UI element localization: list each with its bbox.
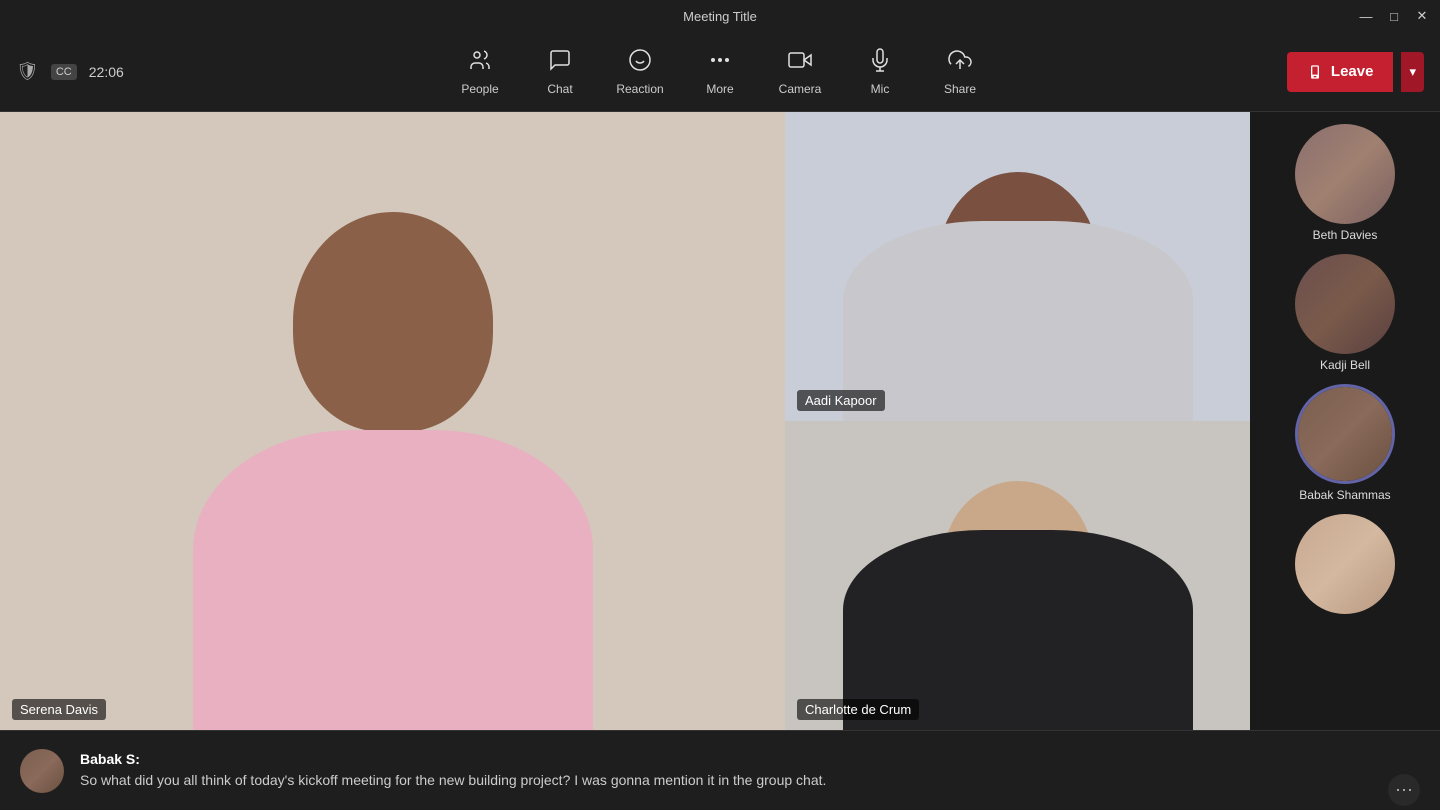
mic-label: Mic — [871, 82, 890, 96]
caption-message-text: So what did you all think of today's kic… — [80, 771, 1372, 791]
participant-babak[interactable]: Babak Shammas — [1295, 384, 1395, 502]
toolbar-share[interactable]: Share — [920, 37, 1000, 107]
cc-badge[interactable]: CC — [51, 64, 77, 80]
main-speaker-label: Serena Davis — [12, 699, 106, 720]
avatar-kadji[interactable] — [1295, 254, 1395, 354]
camera-icon — [788, 48, 812, 78]
mic-icon — [868, 48, 892, 78]
toolbar-more[interactable]: More — [680, 37, 760, 107]
toolbar-reaction[interactable]: Reaction — [600, 37, 680, 107]
avatar-last[interactable] — [1295, 514, 1395, 614]
serena-video-bg — [0, 112, 785, 730]
caption-speaker-avatar — [20, 749, 64, 793]
more-label: More — [706, 82, 733, 96]
charlotte-speaker-label: Charlotte de Crum — [797, 699, 919, 720]
caption-bar: Babak S: So what did you all think of to… — [0, 730, 1440, 810]
toolbar-camera[interactable]: Camera — [760, 37, 840, 107]
caption-speaker-name: Babak S: — [80, 751, 1372, 767]
meeting-timer: 22:06 — [89, 64, 124, 80]
toolbar-left: 🛡 CC 22:06 — [16, 61, 124, 82]
right-videos: Aadi Kapoor Charlotte de Crum — [785, 112, 1250, 730]
leave-label: Leave — [1331, 63, 1374, 80]
caption-menu-button[interactable]: ⋯ — [1388, 774, 1420, 806]
toolbar-right: Leave ▾ — [1287, 52, 1424, 92]
main-content: Serena Davis Aadi Kapoor Charlotte de Cr… — [0, 112, 1440, 730]
avatar-beth[interactable] — [1295, 124, 1395, 224]
leave-button[interactable]: Leave — [1287, 52, 1394, 92]
minimize-button[interactable]: — — [1360, 10, 1372, 22]
sidebar-participants: Beth Davies Kadji Bell Babak Shammas — [1250, 112, 1440, 730]
avatar-babak-bg — [1298, 387, 1392, 481]
chevron-down-icon: ▾ — [1409, 64, 1416, 80]
main-speaker-video: Serena Davis — [0, 112, 785, 730]
shield-icon: 🛡 — [16, 61, 39, 82]
toolbar: 🛡 CC 22:06 People Chat — [0, 32, 1440, 112]
participant-name-beth: Beth Davies — [1313, 228, 1378, 242]
close-button[interactable]: ✕ — [1416, 10, 1428, 22]
charlotte-video-tile: Charlotte de Crum — [785, 421, 1250, 730]
share-label: Share — [944, 82, 976, 96]
reaction-icon — [628, 48, 652, 78]
avatar-kadji-bg — [1295, 254, 1395, 354]
participant-name-babak: Babak Shammas — [1299, 488, 1390, 502]
participant-last[interactable] — [1250, 514, 1440, 614]
video-grid: Serena Davis Aadi Kapoor Charlotte de Cr… — [0, 112, 1250, 730]
maximize-button[interactable]: □ — [1388, 10, 1400, 22]
title-bar-controls[interactable]: — □ ✕ — [1360, 10, 1428, 22]
caption-text-area: Babak S: So what did you all think of to… — [80, 751, 1372, 791]
leave-phone-icon — [1307, 64, 1323, 80]
avatar-last-bg — [1295, 514, 1395, 614]
charlotte-video-bg — [785, 421, 1250, 730]
aadi-video-tile: Aadi Kapoor — [785, 112, 1250, 421]
chat-icon — [548, 48, 572, 78]
toolbar-people[interactable]: People — [440, 37, 520, 107]
camera-label: Camera — [779, 82, 822, 96]
aadi-speaker-label: Aadi Kapoor — [797, 390, 885, 411]
people-icon — [468, 48, 492, 78]
more-icon — [708, 48, 732, 78]
people-label: People — [461, 82, 498, 96]
chat-label: Chat — [547, 82, 572, 96]
aadi-video-bg — [785, 112, 1250, 421]
avatar-babak[interactable] — [1295, 384, 1395, 484]
reaction-label: Reaction — [616, 82, 663, 96]
participant-kadji[interactable]: Kadji Bell — [1295, 254, 1395, 372]
share-icon — [948, 48, 972, 78]
meeting-title: Meeting Title — [683, 9, 757, 24]
title-bar: Meeting Title — □ ✕ — [0, 0, 1440, 32]
participant-name-kadji: Kadji Bell — [1320, 358, 1370, 372]
avatar-beth-bg — [1295, 124, 1395, 224]
toolbar-mic[interactable]: Mic — [840, 37, 920, 107]
leave-chevron-button[interactable]: ▾ — [1401, 52, 1424, 92]
participant-beth[interactable]: Beth Davies — [1295, 124, 1395, 242]
toolbar-chat[interactable]: Chat — [520, 37, 600, 107]
